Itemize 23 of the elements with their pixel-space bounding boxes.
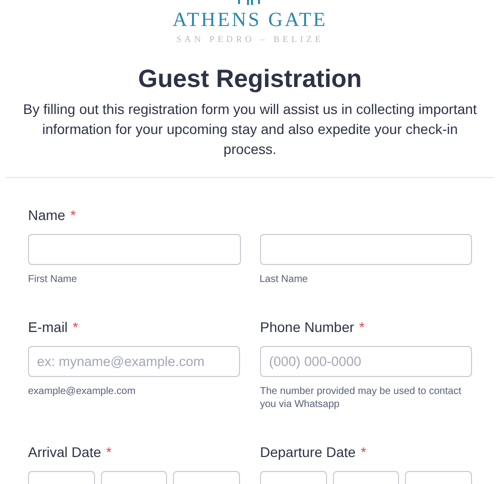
required-asterisk: *	[70, 207, 76, 223]
logo-tagline: SAN PEDRO – BELIZE	[176, 33, 324, 45]
field-label: E-mail	[28, 319, 68, 335]
field-label: Name	[28, 207, 66, 223]
required-asterisk: *	[360, 444, 366, 460]
required-asterisk: *	[72, 319, 78, 335]
field-label: Departure Date	[260, 444, 356, 460]
required-asterisk: *	[106, 444, 112, 460]
required-asterisk: *	[359, 319, 365, 335]
input-field[interactable]: ex: myname@example.com	[28, 346, 240, 377]
field-sublabel: First Name	[28, 273, 78, 286]
logo-icon	[238, 0, 262, 5]
form-description: By filling out this registration form you will assist us in collecting important information for your upcoming stay and also expedite your check-in process.	[22, 100, 478, 159]
field-sublabel: Last Name	[260, 273, 309, 286]
field-sublabel: example@example.com	[28, 385, 136, 398]
input-field[interactable]: (000) 000-0000	[260, 346, 472, 377]
field-sublabel: The number provided may be used to contact you via Whatsapp	[260, 385, 462, 411]
field-label: Arrival Date	[28, 444, 102, 460]
input-field[interactable]	[28, 234, 240, 265]
field-label: Phone Number	[260, 319, 354, 335]
input-field[interactable]	[260, 234, 472, 265]
logo-name: ATHENS GATE	[172, 9, 328, 31]
form-title: Guest Registration	[137, 64, 363, 95]
